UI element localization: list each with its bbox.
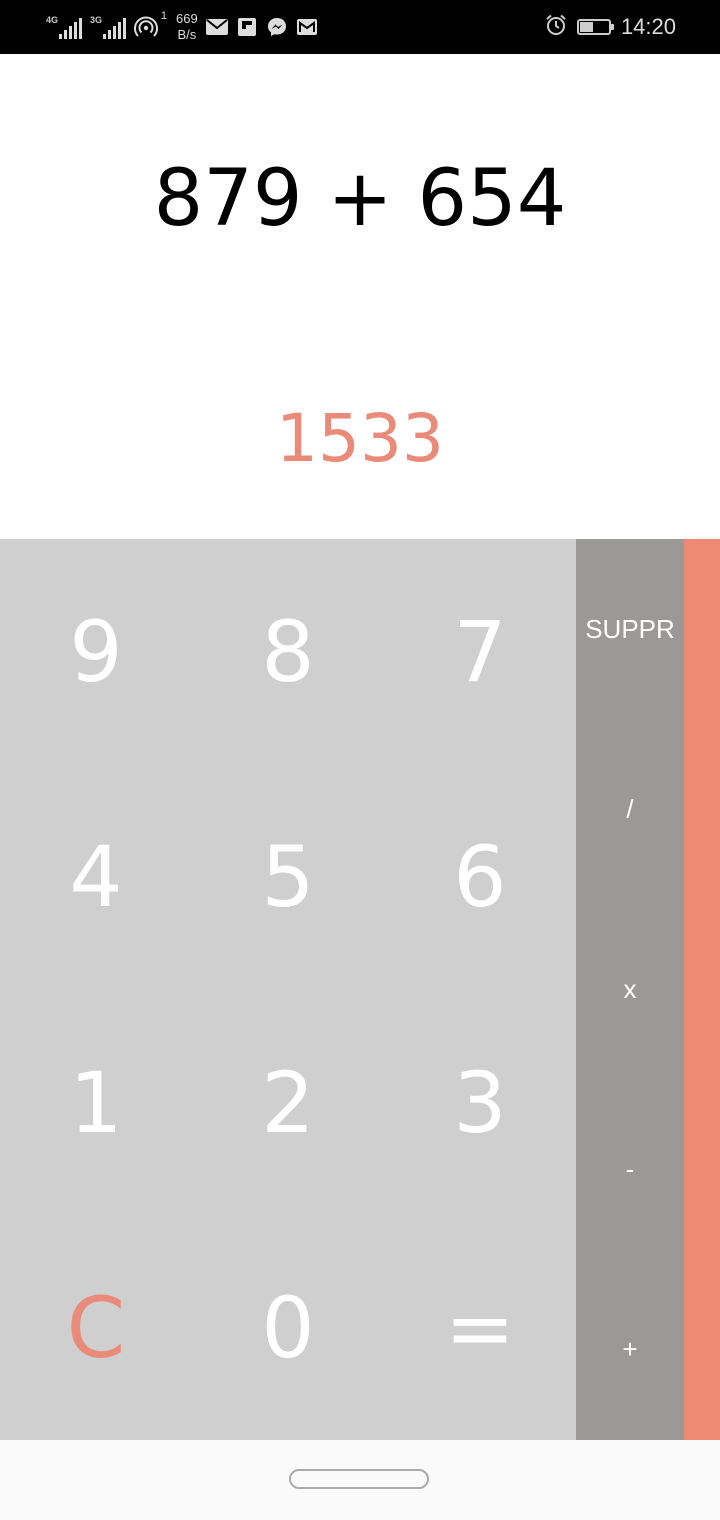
signal-3g-icon: 3G bbox=[90, 15, 126, 39]
signal-4g-icon: 4G bbox=[46, 15, 82, 39]
battery-level bbox=[579, 22, 594, 32]
key-2[interactable]: 2 bbox=[192, 990, 384, 1215]
status-right-icons: 14:20 bbox=[545, 8, 676, 46]
network-speed-value: 669 bbox=[176, 11, 198, 26]
battery-icon bbox=[576, 19, 614, 35]
signal-2-type: 3G bbox=[90, 15, 103, 25]
key-9[interactable]: 9 bbox=[0, 539, 192, 764]
key-3[interactable]: 3 bbox=[384, 990, 576, 1215]
status-left-icons: 4G 3G 1 669 B/s bbox=[46, 8, 318, 46]
clock: 14:20 bbox=[620, 14, 676, 39]
equals-button[interactable]: = bbox=[384, 1215, 576, 1440]
divide-button[interactable]: / bbox=[576, 719, 684, 899]
gmail-icon bbox=[296, 16, 318, 38]
clear-button[interactable]: C bbox=[0, 1215, 192, 1440]
calculator-display: 879 + 654 1533 bbox=[0, 54, 720, 539]
network-speed-unit: B/s bbox=[177, 27, 197, 42]
key-4[interactable]: 4 bbox=[0, 764, 192, 990]
result-text: 1533 bbox=[276, 400, 444, 477]
expression-text: 879 + 654 bbox=[153, 154, 567, 244]
navigation-bar bbox=[0, 1440, 720, 1520]
key-7[interactable]: 7 bbox=[384, 539, 576, 764]
key-0[interactable]: 0 bbox=[192, 1215, 384, 1440]
mail-icon bbox=[205, 16, 228, 38]
hotspot-icon: 1 bbox=[134, 10, 167, 39]
key-8[interactable]: 8 bbox=[192, 539, 384, 764]
add-button[interactable]: + bbox=[576, 1260, 684, 1440]
flipboard-icon bbox=[236, 16, 258, 38]
key-6[interactable]: 6 bbox=[384, 764, 576, 990]
operator-panel: SUPPR / x - + bbox=[576, 539, 684, 1440]
messenger-icon bbox=[266, 16, 288, 38]
alarm-icon bbox=[545, 14, 567, 41]
signal-1-type: 4G bbox=[46, 15, 59, 25]
status-bar: 4G 3G 1 669 B/s 14:20 bbox=[0, 0, 720, 54]
home-gesture-bar[interactable] bbox=[289, 1469, 429, 1489]
multiply-button[interactable]: x bbox=[576, 899, 684, 1079]
advanced-panel-handle[interactable] bbox=[684, 539, 720, 1440]
number-keypad: 9 8 7 4 5 6 1 2 3 C 0 = bbox=[0, 539, 576, 1440]
delete-button[interactable]: SUPPR bbox=[576, 539, 684, 719]
key-1[interactable]: 1 bbox=[0, 990, 192, 1215]
hotspot-count: 1 bbox=[160, 10, 167, 22]
network-speed: 669 B/s bbox=[176, 11, 198, 43]
subtract-button[interactable]: - bbox=[576, 1080, 684, 1260]
key-5[interactable]: 5 bbox=[192, 764, 384, 990]
